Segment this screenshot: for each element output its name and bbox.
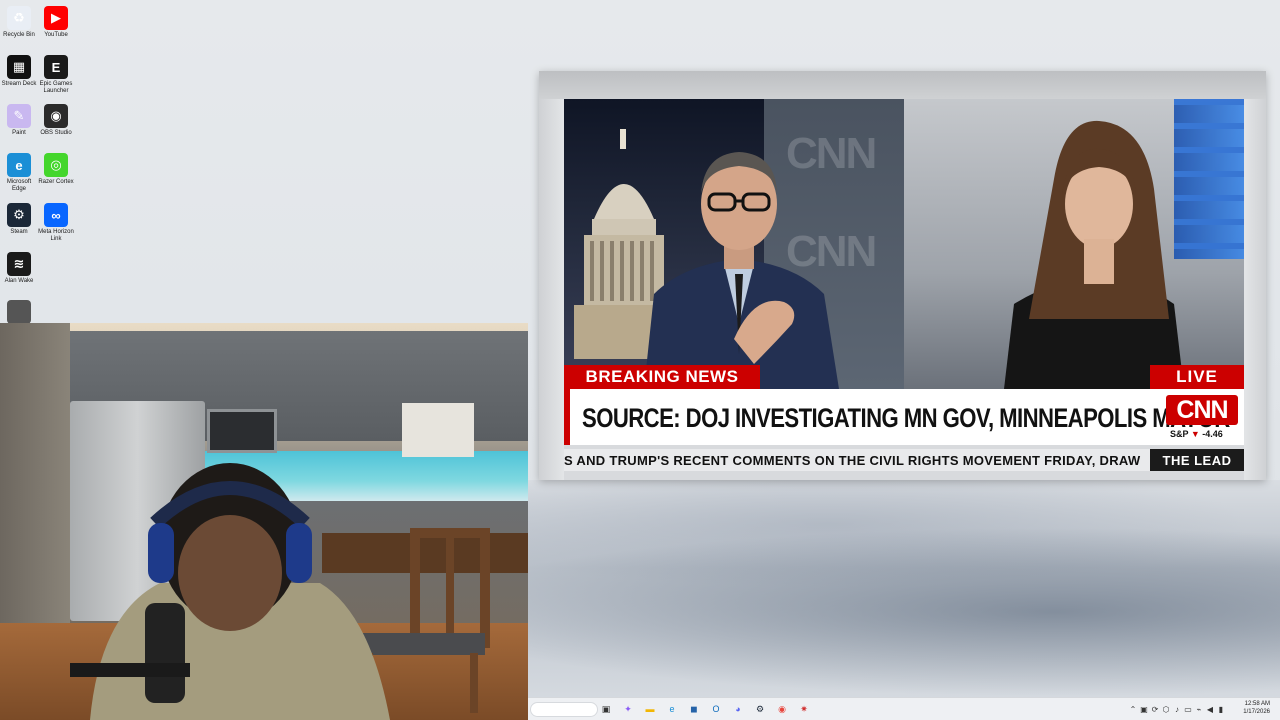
desktop-shortcut-label: Microsoft Edge [6, 179, 32, 192]
tray-monitor-icon[interactable]: ▭ [1183, 704, 1193, 714]
desktop-shortcut-label: Stream Deck [1, 81, 37, 87]
headline-chyron: SOURCE: DOJ INVESTIGATING MN GOV, MINNEA… [564, 389, 1244, 445]
tray-sync-icon[interactable]: ⟳ [1150, 704, 1160, 714]
desktop-shortcut-label: Razer Cortex [38, 179, 74, 185]
discord-icon[interactable]: ◕ [731, 702, 745, 716]
desktop-shortcut[interactable]: ∞ Meta Horizon Link [37, 203, 75, 243]
outlook-icon[interactable]: O [709, 702, 723, 716]
youtube-icon: ▶ [44, 6, 68, 30]
razer-cortex-icon: ◎ [44, 153, 68, 177]
kitchen-window [402, 403, 474, 457]
desktop-shortcut-label: OBS Studio [40, 130, 72, 136]
desktop-shortcut[interactable]: ✎ Paint [0, 104, 38, 137]
desktop-shortcut[interactable]: ≋ Alan Wake [0, 252, 38, 285]
store-icon[interactable]: ◼ [687, 702, 701, 716]
window-title-bar[interactable] [539, 71, 1266, 99]
ticker-change: -4.46 [1202, 429, 1223, 439]
streamer-figure [70, 463, 390, 720]
app-taskbar-icon[interactable]: ✷ [797, 702, 811, 716]
window-border-right [1244, 99, 1266, 480]
epic-games-icon: E [44, 55, 68, 79]
desktop-shortcut[interactable]: ◎ Razer Cortex [37, 153, 75, 186]
desktop-shortcut[interactable] [0, 300, 38, 324]
microwave [207, 409, 277, 453]
news-broadcast-frame[interactable]: CNN CNN [564, 99, 1244, 389]
desktop-shortcut-label: Alan Wake [4, 278, 34, 284]
image-file-icon [7, 300, 31, 324]
taskbar: ▣ ✦ ▬ e ◼ O ◕ ⚙ ◉ ✷ ⌃ ▣ ⟳ ⬡ ♪ ▭ ⌁ ◀ ▮ 12:58 AM 1/17/2026 [528, 697, 1280, 720]
tray-network-icon[interactable]: ⌁ [1194, 704, 1204, 714]
tray-battery-icon[interactable]: ▮ [1216, 704, 1226, 714]
meta-horizon-icon: ∞ [44, 203, 68, 227]
chrome-icon[interactable]: ◉ [775, 702, 789, 716]
video-player-window[interactable]: CNN CNN BREAKING NEWS LIVE SOURCE: DOJ I… [539, 71, 1266, 480]
desktop-shortcut-label: YouTube [44, 32, 68, 38]
system-tray: ⌃ ▣ ⟳ ⬡ ♪ ▭ ⌁ ◀ ▮ 12:58 AM 1/17/2026 [1120, 698, 1280, 720]
webcam-overlay [0, 323, 528, 720]
ticker-symbol: S&P [1170, 429, 1189, 439]
tray-app-icon[interactable]: ▣ [1139, 704, 1149, 714]
crawl-text: S AND TRUMP'S RECENT COMMENTS ON THE CIV… [564, 453, 1141, 468]
obs-studio-icon: ◉ [44, 104, 68, 128]
headline-text: SOURCE: DOJ INVESTIGATING MN GOV, MINNEA… [582, 403, 1230, 433]
desktop-shortcut[interactable]: E Epic Games Launcher [37, 55, 75, 95]
taskbar-search-box[interactable] [530, 702, 598, 717]
desktop-wallpaper [528, 480, 1280, 700]
reporter-figure [1004, 120, 1184, 389]
desktop-shortcut-label: Recycle Bin [3, 32, 35, 38]
desktop-shortcut-label: Paint [12, 130, 26, 136]
game-shortcut-icon: ≋ [7, 252, 31, 276]
desktop-shortcut[interactable]: e Microsoft Edge [0, 153, 38, 193]
desktop-shortcut[interactable]: ▶ YouTube [37, 6, 75, 39]
clock-time: 12:58 AM [1244, 701, 1270, 707]
tray-drive-icon[interactable]: ⬡ [1161, 704, 1171, 714]
desktop-shortcut[interactable]: ⚙ Steam [0, 203, 38, 236]
tray-mic-icon[interactable]: ♪ [1172, 704, 1182, 714]
task-view-icon[interactable]: ▣ [599, 702, 613, 716]
desktop-shortcut-label: Steam [10, 229, 28, 235]
desktop-shortcut-label: Meta Horizon Link [38, 229, 74, 242]
streamdeck-icon: ▦ [7, 55, 31, 79]
desktop-shortcut[interactable]: ♻ Recycle Bin [0, 6, 38, 39]
tray-overflow-icon[interactable]: ⌃ [1128, 704, 1138, 714]
paint-icon: ✎ [7, 104, 31, 128]
desktop-shortcut-label: Epic Games Launcher [39, 81, 73, 94]
system-clock[interactable]: 12:58 AM 1/17/2026 [1243, 700, 1270, 716]
file-explorer-icon[interactable]: ▬ [643, 702, 657, 716]
live-badge: LIVE [1150, 365, 1244, 389]
desktop-shortcut[interactable]: ◉ OBS Studio [37, 104, 75, 137]
down-arrow-icon: ▼ [1190, 429, 1200, 439]
news-crawl: S AND TRUMP'S RECENT COMMENTS ON THE CIV… [564, 449, 1244, 471]
steam-taskbar-icon[interactable]: ⚙ [753, 702, 767, 716]
desktop-icon-grid: ♻ Recycle Bin ▶ YouTube ▦ Stream Deck E Epic Ga… [0, 0, 80, 330]
steam-icon: ⚙ [7, 203, 31, 227]
cnn-logo: CNN [1166, 395, 1238, 425]
window-border-left [539, 99, 564, 480]
anchor-figure [644, 152, 839, 389]
recycle-bin-icon: ♻ [7, 6, 31, 30]
edge-taskbar-icon[interactable]: e [665, 702, 679, 716]
show-name-tag: THE LEAD [1150, 449, 1244, 471]
desktop-shortcut[interactable]: ▦ Stream Deck [0, 55, 38, 88]
tray-volume-icon[interactable]: ◀ [1205, 704, 1215, 714]
market-ticker: S&P ▼ -4.46 [1170, 429, 1223, 439]
microsoft-edge-icon: e [7, 153, 31, 177]
copilot-icon[interactable]: ✦ [621, 702, 635, 716]
breaking-news-banner: BREAKING NEWS [564, 365, 760, 389]
clock-date: 1/17/2026 [1243, 709, 1270, 715]
